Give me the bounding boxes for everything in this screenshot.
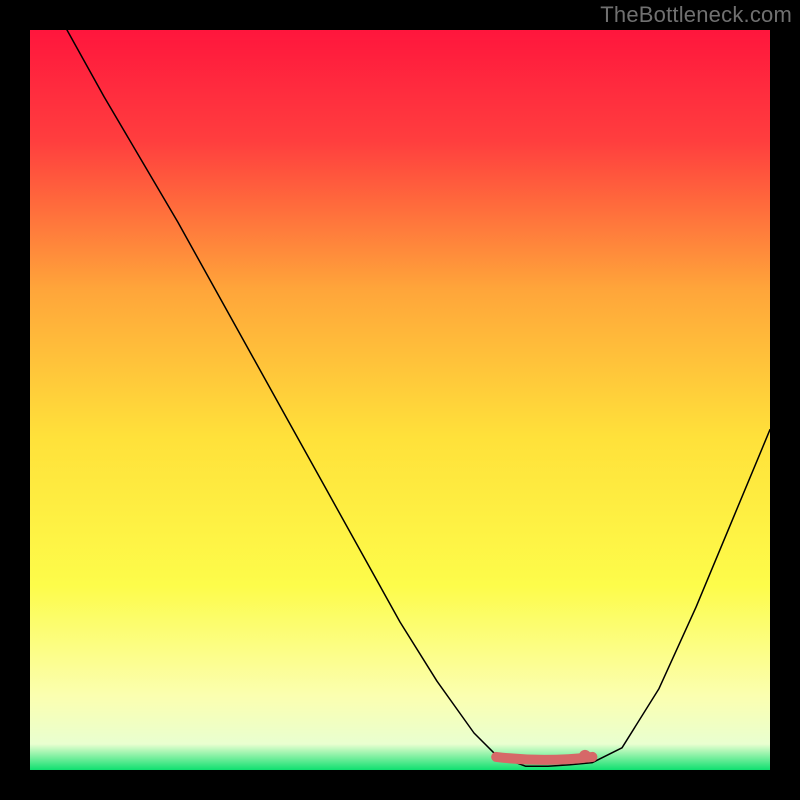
- sweet-spot-dot: [579, 750, 591, 762]
- chart-canvas: TheBottleneck.com: [0, 0, 800, 800]
- chart-svg: [0, 0, 800, 800]
- watermark-text: TheBottleneck.com: [600, 2, 792, 28]
- sweet-spot-marker: [496, 757, 592, 760]
- chart-background: [30, 30, 770, 770]
